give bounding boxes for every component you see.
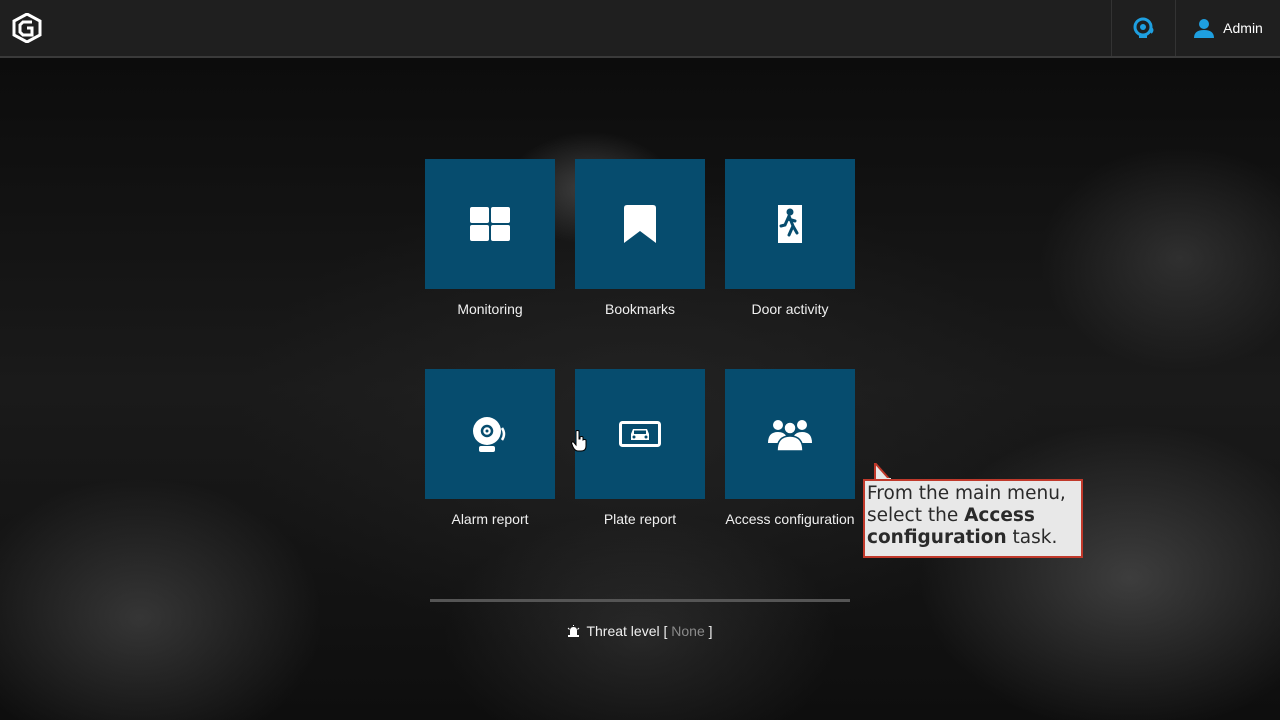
tile-box[interactable] bbox=[575, 369, 705, 499]
callout-line: From the main menu, bbox=[867, 483, 1066, 504]
tutorial-callout: From the main menu, select the Access co… bbox=[863, 479, 1083, 558]
tile-label: Alarm report bbox=[451, 511, 529, 527]
callout-line: select the Access bbox=[867, 505, 1081, 527]
siren-icon bbox=[568, 625, 580, 637]
tile-label: Monitoring bbox=[457, 301, 523, 317]
tile-box[interactable] bbox=[725, 159, 855, 289]
tile-monitoring[interactable]: Monitoring bbox=[425, 159, 555, 317]
bookmark-icon bbox=[624, 205, 656, 243]
tile-label: Plate report bbox=[603, 511, 677, 527]
callout-line: configuration task. bbox=[867, 527, 1081, 549]
callout-bold-text: configuration bbox=[867, 527, 1007, 548]
tile-box[interactable] bbox=[575, 159, 705, 289]
divider bbox=[430, 599, 850, 602]
callout-text: select the bbox=[867, 505, 965, 526]
door-exit-icon bbox=[778, 205, 802, 243]
genetec-logo-icon[interactable] bbox=[12, 13, 42, 43]
top-bar: Admin bbox=[0, 0, 1280, 58]
user-menu-button[interactable]: Admin bbox=[1176, 0, 1280, 56]
tile-access-configuration[interactable]: Access configuration bbox=[725, 369, 855, 527]
alarm-notification-icon bbox=[1133, 17, 1153, 38]
user-icon bbox=[1194, 19, 1215, 38]
tile-door-activity[interactable]: Door activity bbox=[725, 159, 855, 317]
threat-level-label: Threat level [ bbox=[586, 623, 668, 639]
user-group-icon bbox=[768, 420, 812, 451]
tile-label: Access configuration bbox=[725, 511, 855, 527]
alarm-bell-icon bbox=[473, 417, 506, 452]
tile-alarm-report[interactable]: Alarm report bbox=[425, 369, 555, 527]
threat-level-close: ] bbox=[708, 623, 713, 639]
tile-box[interactable] bbox=[725, 369, 855, 499]
tile-label: Bookmarks bbox=[604, 301, 676, 317]
hand-cursor-icon bbox=[571, 430, 587, 452]
tile-label: Door activity bbox=[751, 301, 829, 317]
tile-box[interactable] bbox=[425, 369, 555, 499]
threat-level-value: None bbox=[671, 623, 705, 639]
license-plate-car-icon bbox=[619, 421, 661, 447]
user-name: Admin bbox=[1223, 20, 1263, 36]
monitoring-grid-icon bbox=[470, 207, 510, 241]
callout-text: task. bbox=[1006, 527, 1058, 548]
alarm-notification-button[interactable] bbox=[1112, 0, 1175, 56]
tile-box[interactable] bbox=[425, 159, 555, 289]
tile-bookmarks[interactable]: Bookmarks bbox=[575, 159, 705, 317]
tile-plate-report[interactable]: Plate report bbox=[575, 369, 705, 527]
threat-level[interactable]: Threat level [ None ] bbox=[0, 623, 1280, 639]
callout-bold-text: Access bbox=[964, 505, 1035, 526]
